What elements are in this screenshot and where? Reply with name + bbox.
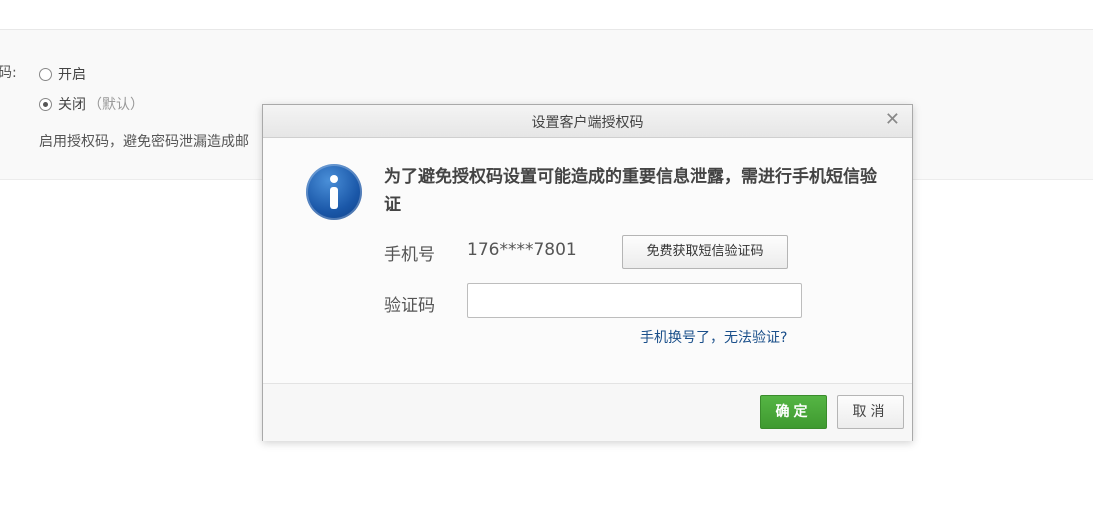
dialog-title: 设置客户端授权码 xyxy=(531,115,644,131)
setting-description: 启用授权码，避免密码泄漏造成邮 xyxy=(39,134,249,150)
phone-number: 176****7801 xyxy=(467,240,577,260)
auth-code-dialog: 设置客户端授权码 ✕ 为了避免授权码设置可能造成的重要信息泄露，需进行手机短信验… xyxy=(262,104,913,441)
verification-code-input[interactable] xyxy=(467,283,802,318)
radio-label: 关闭 xyxy=(58,97,86,113)
radio-button[interactable] xyxy=(39,67,52,81)
info-circle-icon xyxy=(306,164,362,220)
code-label: 验证码 xyxy=(384,296,435,316)
phone-changed-link[interactable]: 手机换号了，无法验证? xyxy=(640,327,787,347)
radio-button[interactable] xyxy=(39,97,52,111)
radio-option-on[interactable]: 开启 xyxy=(39,64,86,84)
radio-label: 开启 xyxy=(58,67,86,83)
cancel-button[interactable]: 取消 xyxy=(837,395,904,429)
dialog-footer: 确定 取消 xyxy=(263,383,912,441)
get-sms-code-button[interactable]: 免费获取短信验证码 xyxy=(622,235,788,269)
confirm-button[interactable]: 确定 xyxy=(760,395,827,429)
field-label: 码: xyxy=(0,65,17,81)
radio-option-off[interactable]: 关闭 （默认） xyxy=(39,94,144,114)
close-icon[interactable]: ✕ xyxy=(885,110,900,130)
dialog-header: 设置客户端授权码 ✕ xyxy=(263,105,912,138)
radio-hint: （默认） xyxy=(88,97,144,113)
phone-label: 手机号 xyxy=(384,245,435,265)
verification-notice: 为了避免授权码设置可能造成的重要信息泄露，需进行手机短信验证 xyxy=(384,167,877,215)
